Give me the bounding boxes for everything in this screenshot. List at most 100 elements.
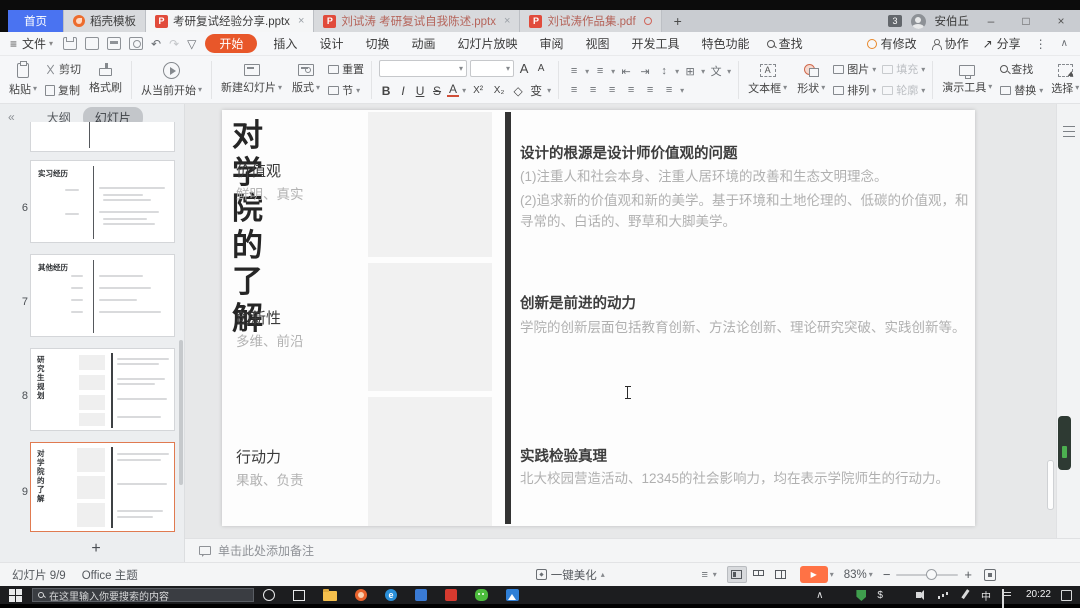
ribbon-tab-slideshow[interactable]: 幻灯片放映 — [446, 35, 528, 52]
ribbon-tab-insert[interactable]: 插入 — [262, 35, 308, 52]
adjust-panel-icon[interactable] — [1063, 126, 1075, 137]
ribbon-tab-review[interactable]: 审阅 — [529, 35, 575, 52]
zoom-level[interactable]: 83% — [844, 569, 867, 581]
new-slide-button[interactable]: 新建幻灯片▾ — [216, 57, 287, 103]
more-menu-icon[interactable]: ⋮ — [1035, 37, 1047, 51]
normal-view-button[interactable] — [727, 566, 747, 583]
columns-icon[interactable]: ≡ — [661, 84, 677, 96]
floating-widget[interactable] — [1058, 416, 1071, 470]
row-paragraph[interactable]: (1)注重人和社会本身、注重人居环境的改善和生态文明理念。 — [520, 166, 975, 187]
row-paragraph[interactable]: 学院的创新层面包括教育创新、方法论创新、理论研究突破、实践创新等。 — [520, 317, 975, 338]
innovation-label-box[interactable] — [368, 263, 492, 391]
paste-button[interactable]: 粘贴▾ — [4, 57, 42, 103]
collapse-ribbon-icon[interactable]: ∧ — [1061, 38, 1068, 49]
find-button[interactable]: 查找 — [1000, 61, 1043, 77]
superscript-button[interactable]: X² — [469, 85, 487, 96]
ribbon-tab-design[interactable]: 设计 — [308, 35, 354, 52]
find-menu-button[interactable]: 查找 — [767, 35, 803, 52]
align-left-icon[interactable]: ≡ — [566, 84, 582, 96]
notification-center-icon[interactable] — [1061, 590, 1072, 601]
app-icon-blue[interactable] — [415, 589, 427, 601]
shapes-button[interactable]: 形状▾ — [792, 57, 830, 103]
format-painter-button[interactable]: 格式刷 — [84, 57, 127, 103]
zoom-slider-knob[interactable] — [926, 569, 937, 580]
italic-button[interactable]: I — [396, 84, 410, 98]
fill-button-disabled[interactable]: 填充▾ — [882, 61, 925, 77]
justify-icon[interactable]: ≡ — [623, 84, 639, 96]
row-paragraph[interactable]: (2)追求新的价值观和新的美学。基于环境和土地伦理的、低碳的价值观，和寻常的、白… — [520, 190, 975, 232]
text-shading-button[interactable]: ◇ — [511, 84, 525, 98]
layout-button[interactable]: 版式▾ — [287, 57, 325, 103]
align-center-icon[interactable]: ≡ — [585, 84, 601, 96]
ribbon-tab-features[interactable]: 特色功能 — [691, 35, 761, 52]
cut-button[interactable]: 剪切 — [45, 61, 81, 77]
value-label-box[interactable] — [368, 112, 492, 257]
file-menu[interactable]: 文件 — [22, 35, 46, 52]
tab-docer-templates[interactable]: 稻壳模板 — [64, 10, 146, 32]
row-heading[interactable]: 实践检验真理 — [520, 445, 980, 466]
collapse-panel-icon[interactable]: « — [8, 110, 15, 124]
ribbon-tab-animation[interactable]: 动画 — [400, 35, 446, 52]
zoom-slider[interactable] — [896, 574, 958, 576]
user-avatar[interactable] — [911, 14, 926, 29]
redo-icon[interactable]: ↷ — [169, 37, 179, 51]
tab-close-icon[interactable]: × — [298, 15, 304, 27]
hidden-icons-chevron[interactable]: ∧ — [816, 590, 823, 601]
row-heading[interactable]: 创新是前进的动力 — [520, 292, 980, 313]
ribbon-tab-devtools[interactable]: 开发工具 — [621, 35, 691, 52]
print-icon[interactable] — [107, 37, 121, 50]
message-count-badge[interactable]: 3 — [888, 15, 901, 27]
undo-icon[interactable]: ↶ — [151, 37, 161, 51]
replace-button[interactable]: 替换▾ — [1000, 82, 1043, 98]
taskbar-search-box[interactable]: 在这里输入你要搜索的内容 — [32, 588, 254, 602]
save-icon[interactable] — [63, 37, 77, 50]
minimize-button[interactable]: – — [978, 14, 1004, 28]
textbox-button[interactable]: A 文本框▾ — [743, 57, 792, 103]
shrink-font-button[interactable]: A — [534, 63, 548, 74]
grow-font-button[interactable]: A — [517, 61, 531, 76]
text-direction-icon[interactable]: 文 — [708, 63, 724, 79]
row-paragraph[interactable]: 北大校园营造活动、12345的社会影响力，均在表示学院师生的行动力。 — [520, 468, 975, 489]
copy-button[interactable]: 复制 — [45, 82, 81, 98]
thumbnail-scrollbar[interactable] — [179, 340, 183, 485]
new-tab-button[interactable]: + — [662, 10, 694, 32]
fit-to-window-icon[interactable] — [984, 569, 996, 581]
slideshow-play-button[interactable]: ▶ — [800, 566, 828, 583]
canvas-scrollbar-thumb[interactable] — [1047, 460, 1054, 510]
zoom-in-button[interactable]: + — [964, 567, 972, 582]
network-icon[interactable] — [938, 591, 948, 600]
share-button[interactable]: ↗ 分享 — [983, 35, 1021, 52]
slide-thumbnail-5-partial[interactable] — [30, 122, 175, 152]
maximize-button[interactable]: □ — [1013, 14, 1039, 28]
reading-view-button[interactable] — [771, 566, 791, 583]
slide-thumbnail-8[interactable]: 研究生规划 — [30, 348, 175, 431]
tab-document-2[interactable]: P 刘试涛 考研复试自我陈述.pptx × — [314, 10, 520, 32]
underline-button[interactable]: U — [413, 84, 427, 98]
slide-vertical-title[interactable]: 对学院的了解 — [232, 118, 270, 337]
customize-quickbar-icon[interactable]: ▽ — [187, 37, 196, 51]
line-spacing-icon[interactable]: ↕ — [656, 65, 672, 77]
tab-document-active[interactable]: P 考研复试经验分享.pptx × — [146, 10, 314, 32]
bold-button[interactable]: B — [379, 84, 393, 98]
ribbon-tab-home[interactable]: 开始 — [205, 34, 257, 53]
pen-input-icon[interactable] — [961, 589, 969, 599]
text-effect-button[interactable]: 变 — [528, 82, 544, 99]
font-color-button[interactable]: A — [447, 84, 459, 97]
subscript-button[interactable]: X₂ — [490, 85, 508, 96]
section-button[interactable]: 节▾ — [328, 82, 364, 98]
hamburger-icon[interactable]: ≡ — [10, 37, 17, 51]
outline-button-disabled[interactable]: 轮廓▾ — [882, 82, 925, 98]
tab-document-3[interactable]: P 刘试涛作品集.pdf — [520, 10, 661, 32]
app-icon-red[interactable] — [445, 589, 457, 601]
notes-toggle-button[interactable]: ≡ ▾ — [697, 569, 717, 581]
distribute-icon[interactable]: ≡ — [642, 84, 658, 96]
dollar-tray-icon[interactable]: $ — [877, 590, 883, 601]
edge-icon[interactable]: e — [385, 589, 397, 601]
increase-indent-icon[interactable]: ⇥ — [637, 65, 653, 78]
schedule-icon[interactable] — [1002, 589, 1004, 608]
theme-name[interactable]: Office 主题 — [82, 567, 138, 583]
presentation-tools-button[interactable]: 演示工具▾ — [937, 57, 997, 103]
numbering-icon[interactable]: ≡ — [592, 65, 608, 77]
export-icon[interactable] — [85, 37, 99, 50]
print-preview-icon[interactable] — [129, 37, 143, 50]
